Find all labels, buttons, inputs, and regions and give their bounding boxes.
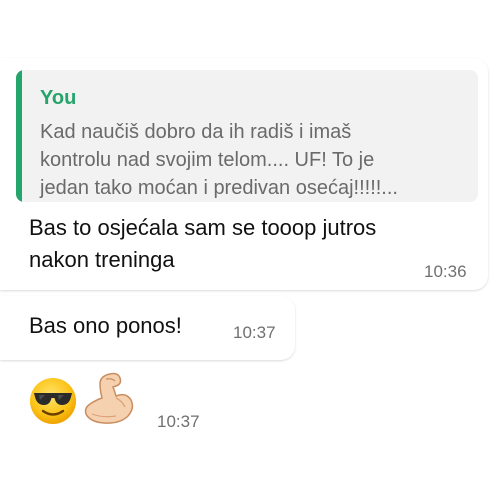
message-text: Bas to osjećala sam se tooop jutros nako… — [29, 215, 377, 272]
chat-conversation: You Kad naučiš dobro da ih radiš i imaš … — [0, 0, 500, 499]
smiling-face-with-sunglasses-icon — [30, 378, 76, 424]
quoted-message[interactable]: You Kad naučiš dobro da ih radiš i imaš … — [16, 70, 478, 202]
quote-text: Kad naučiš dobro da ih radiš i imaš kont… — [40, 121, 398, 199]
flexed-biceps-icon — [84, 372, 134, 424]
message-timestamp: 10:37 — [157, 412, 200, 431]
message-text: Bas ono ponos! — [29, 313, 182, 338]
quote-author: You — [40, 87, 77, 109]
message-timestamp: 10:37 — [233, 323, 276, 342]
message-timestamp: 10:36 — [424, 262, 467, 281]
quote-accent-bar — [16, 70, 22, 202]
